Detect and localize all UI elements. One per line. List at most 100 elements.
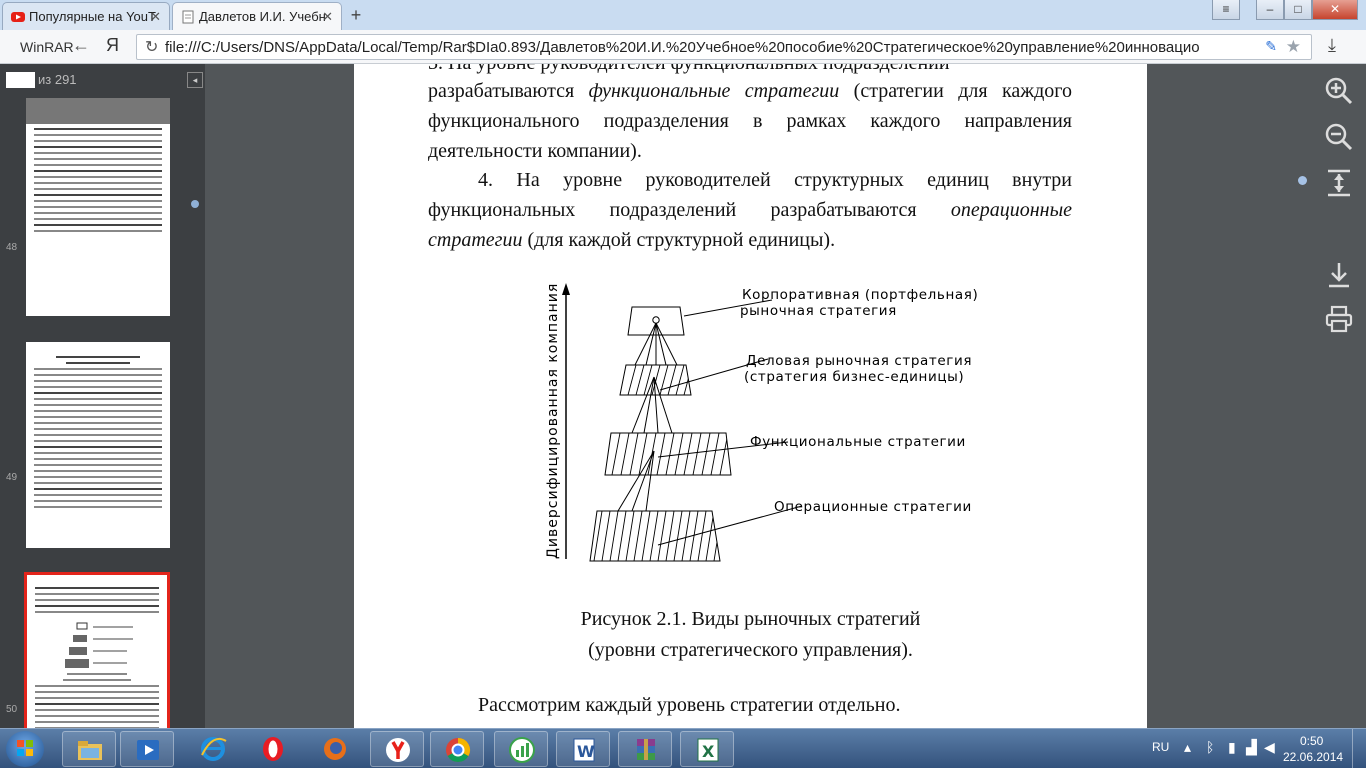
thumbnail-diagram bbox=[65, 622, 133, 668]
sidebar-scroll-handle[interactable] bbox=[191, 200, 199, 208]
document-icon bbox=[182, 10, 194, 24]
tab-label: Давлетов И.И. Учебн bbox=[199, 9, 326, 24]
taskbar-internet-explorer[interactable] bbox=[186, 731, 240, 767]
page-navigation: из 291 ◂ bbox=[0, 64, 205, 96]
address-bar[interactable]: ↻ file:///C:/Users/DNS/AppData/Local/Tem… bbox=[136, 34, 1312, 60]
back-button[interactable]: ← bbox=[72, 35, 90, 56]
opera-icon bbox=[263, 737, 283, 761]
youtube-icon bbox=[11, 12, 25, 22]
taskbar-opera[interactable] bbox=[246, 731, 300, 767]
reload-icon[interactable]: ↻ bbox=[145, 37, 158, 57]
apex-point bbox=[652, 316, 660, 324]
start-button[interactable] bbox=[6, 731, 44, 767]
yandex-browser-icon bbox=[386, 738, 410, 762]
svg-text:W: W bbox=[577, 742, 595, 761]
page-thumbnail[interactable] bbox=[26, 342, 170, 548]
emphasis-text: функциональные стратегии bbox=[588, 80, 840, 102]
level-operational-hatching bbox=[593, 511, 720, 561]
new-tab-button[interactable]: + bbox=[344, 5, 368, 26]
windows-taskbar: W X RU ▴ ᛒ ▮ ▟ ◀ 0:50 22.06.2014 bbox=[0, 728, 1366, 768]
language-indicator[interactable]: RU bbox=[1152, 740, 1169, 754]
taskbar-media-player[interactable] bbox=[120, 731, 174, 767]
network-icon[interactable]: ▟ bbox=[1246, 739, 1257, 756]
print-icon[interactable] bbox=[1324, 304, 1354, 334]
close-icon[interactable]: ✕ bbox=[150, 9, 161, 25]
menu-button[interactable]: ≡ bbox=[1212, 0, 1240, 20]
downloads-icon[interactable]: ⤓ bbox=[1328, 35, 1336, 56]
bluetooth-icon[interactable]: ᛒ bbox=[1206, 739, 1214, 755]
close-icon[interactable]: ✕ bbox=[322, 9, 333, 25]
thumbnail-sidebar: из 291 ◂ 48 49 50 bbox=[0, 64, 205, 768]
level-functional-hatching bbox=[611, 433, 729, 475]
taskbar-excel[interactable]: X bbox=[680, 731, 734, 767]
taskbar-chart-app[interactable] bbox=[494, 731, 548, 767]
collapse-sidebar-button[interactable]: ◂ bbox=[187, 72, 203, 88]
maximize-button[interactable]: □ bbox=[1284, 0, 1312, 20]
viewer-tools bbox=[1310, 64, 1366, 728]
taskbar-yandex-browser[interactable] bbox=[370, 731, 424, 767]
label-business-line1: Деловая рыночная стратегия bbox=[746, 353, 972, 369]
explorer-icon bbox=[78, 741, 102, 760]
chart-app-icon bbox=[509, 737, 535, 763]
zoom-out-icon[interactable] bbox=[1324, 122, 1354, 152]
zoom-in-icon[interactable] bbox=[1324, 76, 1354, 106]
winrar-bookmark[interactable]: WinRAR bbox=[20, 39, 74, 55]
download-icon[interactable] bbox=[1324, 260, 1354, 290]
taskbar-chrome[interactable] bbox=[430, 731, 484, 767]
label-corporate-line2: рыночная стратегия bbox=[740, 303, 897, 319]
minimize-button[interactable]: – bbox=[1256, 0, 1284, 20]
windows-logo-icon bbox=[17, 740, 33, 756]
volume-icon[interactable]: ◀ bbox=[1264, 739, 1275, 756]
label-functional: Функциональные стратегии bbox=[750, 434, 966, 450]
taskbar-word[interactable]: W bbox=[556, 731, 610, 767]
excel-icon: X bbox=[697, 738, 719, 762]
show-desktop-button[interactable] bbox=[1352, 729, 1366, 768]
document-scroll-handle[interactable] bbox=[1298, 176, 1307, 185]
paragraph-4: 4. На уровне руководителей структурных е… bbox=[428, 165, 1072, 255]
page-number-input[interactable] bbox=[6, 72, 35, 88]
tray-expand-icon[interactable]: ▴ bbox=[1184, 739, 1191, 756]
media-player-icon bbox=[137, 740, 159, 760]
battery-icon[interactable]: ▮ bbox=[1228, 739, 1236, 756]
yandex-button[interactable]: Я bbox=[106, 35, 119, 56]
figure-caption: Рисунок 2.1. Виды рыночных стратегий (ур… bbox=[354, 604, 1147, 666]
firefox-icon bbox=[324, 738, 346, 760]
level-operational-shape bbox=[589, 510, 721, 562]
caption-line: (уровни стратегического управления). bbox=[588, 639, 913, 661]
winrar-icon bbox=[637, 739, 655, 760]
thumbnail-page-number: 48 bbox=[6, 242, 18, 253]
page-thumbnail[interactable] bbox=[26, 98, 170, 316]
label-corporate-line1: Корпоративная (портфельная) bbox=[742, 287, 978, 303]
tab-youtube[interactable]: Популярные на YouT ✕ bbox=[2, 2, 170, 30]
word-icon: W bbox=[573, 738, 595, 762]
strategy-levels-diagram: Диверсифицированная компания Корпоративн… bbox=[545, 283, 978, 562]
thumbnail-page-number: 50 bbox=[6, 704, 18, 715]
tab-document[interactable]: Давлетов И.И. Учебн ✕ bbox=[172, 2, 342, 30]
brush-icon[interactable]: ✎ bbox=[1265, 38, 1277, 55]
taskbar-winrar[interactable] bbox=[618, 731, 672, 767]
axis-label: Диверсифицированная компания bbox=[545, 283, 561, 559]
tab-strip: Популярные на YouT ✕ Давлетов И.И. Учебн… bbox=[0, 0, 1366, 30]
paragraph-3: разрабатываются функциональные стратегии… bbox=[428, 76, 1072, 166]
caption-line: Рисунок 2.1. Виды рыночных стратегий bbox=[580, 608, 921, 630]
svg-text:X: X bbox=[702, 742, 715, 761]
label-business-line2: (стратегия бизнес-единицы) bbox=[744, 369, 964, 385]
browser-toolbar: WinRAR ← Я ↻ file:///C:/Users/DNS/AppDat… bbox=[0, 30, 1366, 64]
url-text[interactable]: file:///C:/Users/DNS/AppData/Local/Temp/… bbox=[165, 39, 1255, 56]
page-total: из 291 bbox=[38, 72, 77, 87]
level-business-hatching bbox=[627, 365, 691, 395]
taskbar-firefox[interactable] bbox=[308, 731, 362, 767]
closing-paragraph: Рассмотрим каждый уровень стратегии отде… bbox=[478, 694, 901, 716]
paragraph-text: (для каждой структурной единицы). bbox=[522, 229, 836, 251]
paragraph-text: разрабатываются bbox=[428, 80, 589, 102]
document-page: 3. На уровне руководителей функциональны… bbox=[354, 64, 1147, 728]
label-operational: Операционные стратегии bbox=[774, 499, 972, 515]
clock-date[interactable]: 22.06.2014 bbox=[1283, 750, 1343, 764]
clock-time[interactable]: 0:50 bbox=[1300, 734, 1323, 748]
thumbnail-page-number: 49 bbox=[6, 472, 18, 483]
chrome-icon bbox=[446, 738, 471, 763]
close-window-button[interactable]: ✕ bbox=[1312, 0, 1358, 20]
star-icon[interactable]: ★ bbox=[1286, 37, 1301, 57]
taskbar-explorer[interactable] bbox=[62, 731, 116, 767]
fit-page-icon[interactable] bbox=[1324, 168, 1354, 198]
